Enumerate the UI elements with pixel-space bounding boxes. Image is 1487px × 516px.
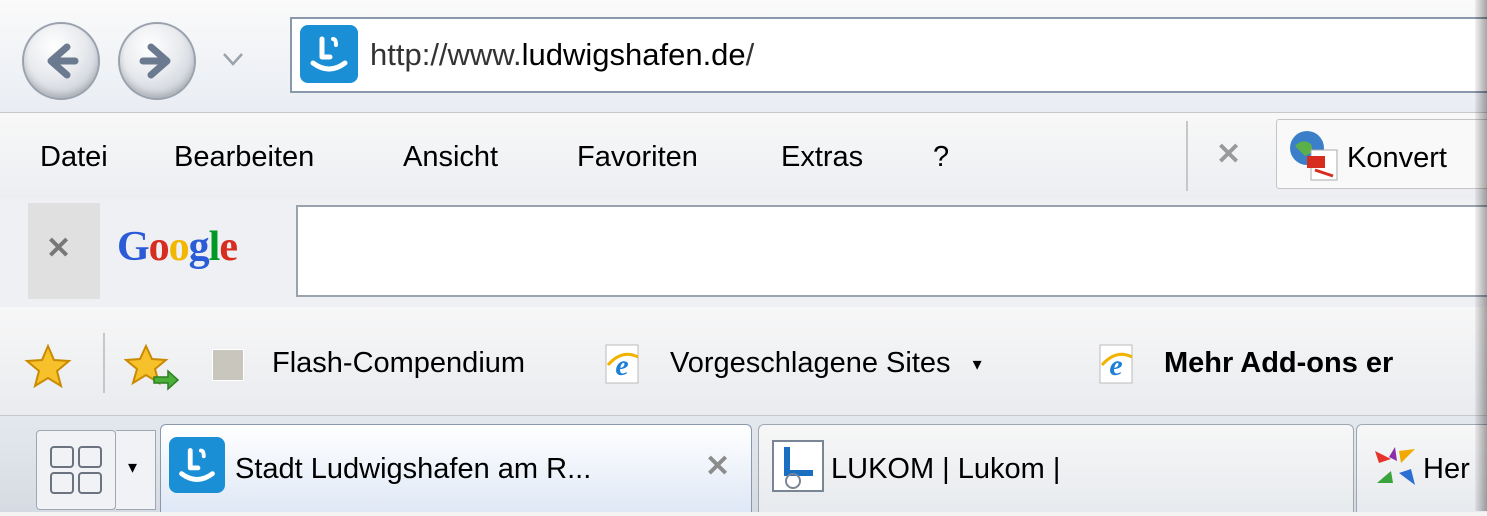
convert-label: Konvert (1347, 142, 1447, 174)
google-toolbar: ✕ Google (0, 199, 1487, 307)
quick-tabs-button[interactable] (36, 430, 116, 510)
google-logo-letter: e (219, 224, 238, 270)
tab-bar: ▾ Stadt Ludwigshafen am R... ✕ LUKOM | L… (0, 415, 1487, 512)
favorite-link-suggested-sites[interactable]: Vorgeschlagene Sites ▾ (670, 347, 982, 380)
favorites-star-icon[interactable] (24, 343, 72, 389)
google-logo-letter: o (148, 224, 170, 270)
tab-list-dropdown-button[interactable]: ▾ (116, 430, 156, 510)
colorful-arrows-icon (1375, 447, 1415, 485)
menu-bearbeiten[interactable]: Bearbeiten (174, 141, 314, 174)
menu-ansicht[interactable]: Ansicht (403, 141, 498, 174)
close-icon: ✕ (46, 232, 72, 265)
ludwigshafen-icon (169, 437, 225, 493)
google-logo-letter: l (208, 224, 221, 270)
add-to-favorites-icon[interactable] (124, 343, 180, 391)
tab-title: LUKOM | Lukom | (831, 453, 1061, 485)
tab-title: Her (1423, 453, 1470, 485)
favorite-link-more-addons[interactable]: Mehr Add-ons er (1164, 347, 1393, 380)
pdf-convert-icon (1290, 131, 1338, 181)
google-toolbar-close-button[interactable]: ✕ (28, 203, 100, 299)
google-search-input[interactable] (296, 205, 1487, 297)
suggested-sites-label: Vorgeschlagene Sites (670, 347, 951, 379)
favorites-bar: Flash-Compendium e Vorgeschlagene Sites … (0, 307, 1487, 415)
quick-tabs-grid-icon (50, 446, 102, 494)
chevron-down-icon: ▾ (128, 457, 138, 477)
google-logo-letter: o (168, 224, 190, 270)
convert-pdf-button[interactable]: Konvert (1276, 119, 1487, 189)
favorites-divider (103, 333, 105, 393)
favorite-link-flash-compendium[interactable]: Flash-Compendium (272, 347, 525, 380)
menu-help[interactable]: ? (933, 141, 949, 174)
ie-icon: e (605, 344, 639, 384)
url-text: http://www.ludwigshafen.de/ (370, 37, 755, 72)
address-toolbar: http://www.ludwigshafen.de/ (0, 0, 1487, 113)
address-field[interactable]: http://www.ludwigshafen.de/ (290, 17, 1487, 93)
tab-lukom[interactable]: LUKOM | Lukom | (758, 424, 1354, 512)
toolbar-divider (1186, 121, 1188, 191)
tab-title: Stadt Ludwigshafen am R... (235, 453, 592, 485)
menu-extras[interactable]: Extras (781, 141, 863, 174)
forward-arrow-icon (139, 43, 171, 79)
menu-datei[interactable]: Datei (40, 141, 108, 174)
close-tab-icon[interactable]: ✕ (705, 449, 730, 484)
ie-icon: e (1099, 344, 1133, 384)
back-arrow-icon (47, 43, 79, 79)
lukom-icon (772, 440, 824, 492)
chevron-down-icon: ▾ (972, 353, 982, 374)
forward-button[interactable] (118, 22, 196, 100)
back-button[interactable] (22, 22, 100, 100)
close-toolbar-icon[interactable]: ✕ (1216, 137, 1241, 172)
tab-her[interactable]: Her (1356, 424, 1487, 512)
menu-favoriten[interactable]: Favoriten (577, 141, 698, 174)
ludwigshafen-site-icon (300, 25, 358, 83)
recent-pages-dropdown-icon[interactable] (222, 52, 244, 66)
window-edge-shadow (1475, 0, 1487, 511)
menu-bar: Datei Bearbeiten Ansicht Favoriten Extra… (0, 113, 1487, 199)
google-logo[interactable]: Google (117, 223, 238, 271)
google-logo-letter: G (117, 224, 150, 270)
google-logo-letter: g (188, 224, 210, 270)
tab-stadt-ludwigshafen[interactable]: Stadt Ludwigshafen am R... ✕ (160, 424, 752, 512)
blank-page-icon (212, 349, 244, 381)
